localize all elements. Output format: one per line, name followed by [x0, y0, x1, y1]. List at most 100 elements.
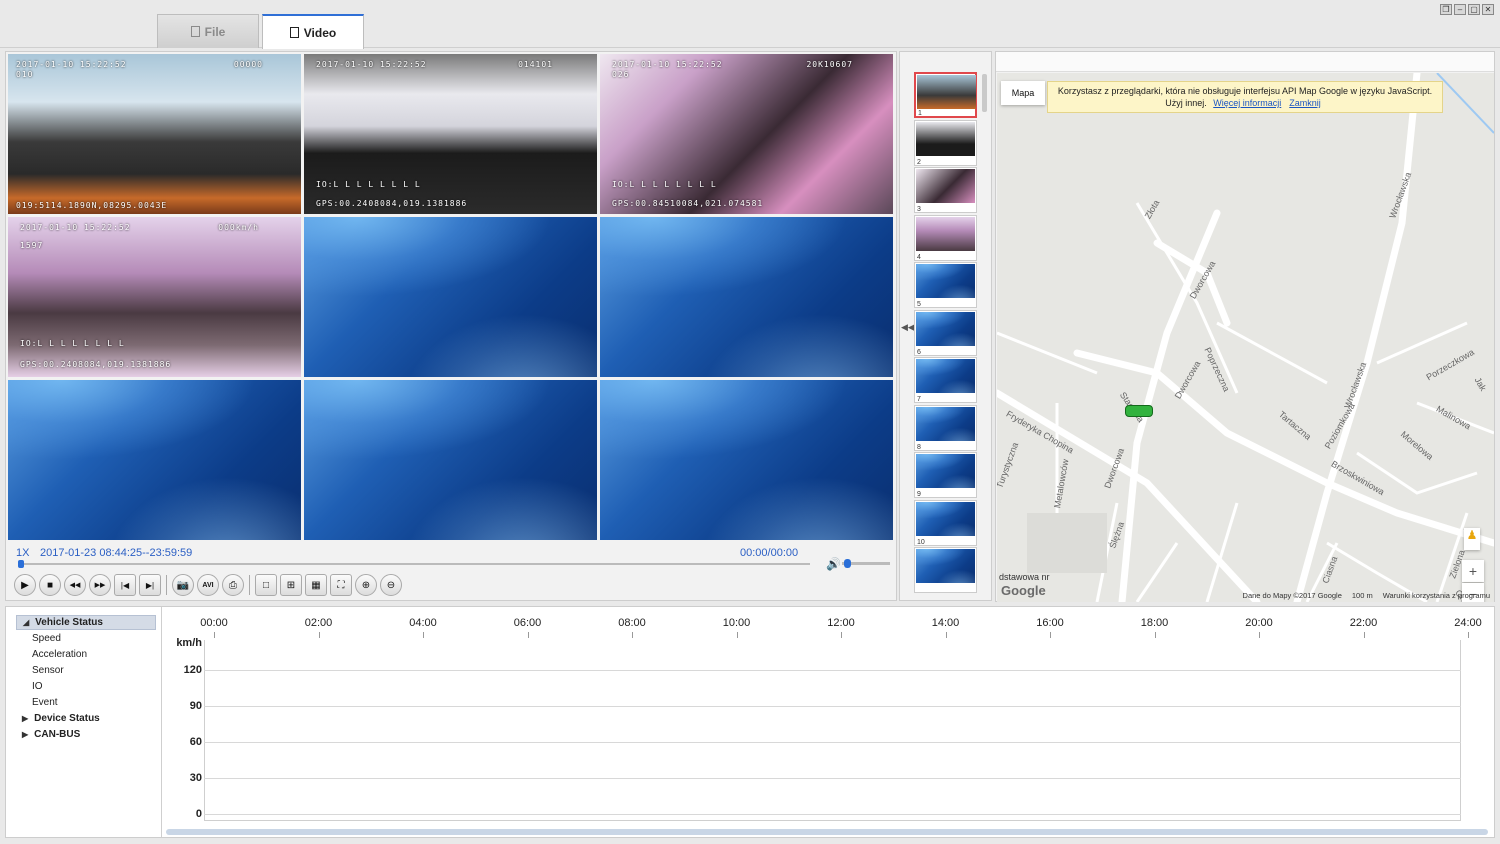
map-view[interactable]: Mapa Korzystasz z przeglądarki, która ni…: [997, 73, 1494, 602]
expanded-arrow-icon[interactable]: ◢: [23, 618, 29, 627]
osd-speed: 00000: [233, 60, 263, 69]
tree-item-event[interactable]: Event: [32, 695, 58, 710]
rewind-button[interactable]: ◀◀: [64, 574, 86, 596]
tab-video[interactable]: Video: [262, 14, 364, 49]
seek-bar[interactable]: [18, 560, 810, 568]
volume-handle[interactable]: [844, 559, 852, 568]
osd-timestamp: 2017-01-10 15:22:52: [612, 60, 723, 69]
thumbnail-image: [916, 264, 975, 298]
seek-handle[interactable]: [18, 560, 24, 568]
thumbnail-image: [916, 359, 975, 393]
map-type-button[interactable]: Mapa: [1001, 81, 1045, 105]
layout-1-button[interactable]: □: [255, 574, 277, 596]
collapsed-arrow-icon[interactable]: ▶: [22, 730, 28, 739]
dismiss-link[interactable]: Zamknij: [1289, 98, 1321, 108]
playback-time: 00:00/00:00: [740, 547, 799, 559]
thumbnail-scrollbar[interactable]: [982, 74, 987, 112]
thumbnail-1[interactable]: 1: [914, 72, 977, 118]
window-controls: ❐ – ▢ ✕: [1440, 4, 1494, 15]
osd-gps: GPS:00.2408084,019.1381886: [316, 199, 468, 208]
x-tick: [945, 632, 947, 638]
collapsed-arrow-icon[interactable]: ▶: [22, 714, 28, 723]
chart-scrollbar[interactable]: [166, 829, 1488, 835]
fast-forward-button[interactable]: ▶▶: [89, 574, 111, 596]
thumbnail-11[interactable]: [914, 547, 977, 593]
zoom-in-icon[interactable]: +: [1462, 560, 1484, 582]
osd-speed: 20K10607: [806, 60, 853, 69]
thumbnail-3[interactable]: 3: [914, 167, 977, 213]
thumbnail-number: 6: [917, 348, 921, 356]
close-icon[interactable]: ✕: [1482, 4, 1494, 15]
video-channel-1[interactable]: 2017-01-10 15:22:52 010 00000 019:5114.1…: [8, 54, 301, 214]
osd-timestamp: 2017-01-10 15:22:52: [16, 60, 127, 69]
status-panel: ◢ Vehicle Status Speed Acceleration Sensor IO…: [5, 606, 1495, 838]
fullscreen-button[interactable]: ⛶: [330, 574, 352, 596]
x-tick-label: 12:00: [827, 617, 855, 629]
video-channel-5[interactable]: [304, 217, 597, 377]
thumbnail-4[interactable]: 4: [914, 214, 977, 261]
video-channel-9[interactable]: [600, 380, 893, 540]
x-tick-label: 04:00: [409, 617, 437, 629]
thumbnail-image: [916, 169, 975, 203]
minimize-icon[interactable]: –: [1454, 4, 1466, 15]
x-tick: [632, 632, 633, 638]
osd-speed: 014101: [518, 60, 553, 69]
speed-chart: km/h 00:00 02:00 04:00 06:00 08:00 10:00 12:00…: [166, 607, 1494, 837]
video-channel-6[interactable]: [600, 217, 893, 377]
zoom-in-button[interactable]: ⊕: [355, 574, 377, 596]
x-tick: [736, 632, 738, 638]
snapshot-button[interactable]: 📷: [172, 574, 194, 596]
y-tick-label: 30: [189, 772, 202, 784]
tree-item-speed[interactable]: Speed: [32, 631, 61, 646]
tree-item-can-bus[interactable]: ▶ CAN-BUS: [22, 727, 80, 742]
stop-button[interactable]: ■: [39, 574, 61, 596]
vehicle-marker[interactable]: [1125, 405, 1153, 417]
road-network: [997, 73, 1494, 602]
print-button[interactable]: ⎙: [222, 574, 244, 596]
restore-icon[interactable]: ❐: [1440, 4, 1452, 15]
x-tick-label: 16:00: [1036, 617, 1064, 629]
thumbnail-9[interactable]: 9: [914, 452, 977, 498]
tree-item-label: IO: [32, 681, 43, 692]
thumbnail-8[interactable]: 8: [914, 404, 977, 451]
video-channel-4[interactable]: 2017-01-10 15:22:52 1597 000km/h IO:L L …: [8, 217, 301, 377]
tree-item-acceleration[interactable]: Acceleration: [32, 647, 87, 662]
video-channel-2[interactable]: 2017-01-10 15:22:52 014101 IO:L L L L L …: [304, 54, 597, 214]
maximize-icon[interactable]: ▢: [1468, 4, 1480, 15]
tab-file[interactable]: File: [157, 14, 259, 48]
x-tick-label: 00:00: [200, 617, 228, 629]
next-button[interactable]: ▶|: [139, 574, 161, 596]
divider: [249, 575, 250, 595]
tree-item-io[interactable]: IO: [32, 679, 43, 694]
more-info-link[interactable]: Więcej informacji: [1213, 98, 1281, 108]
grid-line: [204, 706, 1461, 707]
video-channel-8[interactable]: [304, 380, 597, 540]
layout-9-button[interactable]: ▦: [305, 574, 327, 596]
video-channel-3[interactable]: 2017-01-10 15:22:52 026 20K10607 IO:L L …: [600, 54, 893, 214]
volume-slider[interactable]: [842, 559, 890, 568]
osd-io: IO:L L L L L L L L: [316, 180, 421, 189]
map-terms-link[interactable]: Warunki korzystania z programu: [1383, 591, 1490, 600]
x-tick-label: 06:00: [513, 617, 542, 629]
zoom-out-button[interactable]: ⊖: [380, 574, 402, 596]
y-unit-label: km/h: [176, 637, 202, 649]
play-button[interactable]: ▶: [14, 574, 36, 596]
avi-button[interactable]: AVI: [197, 574, 219, 596]
osd-channel: 1597: [20, 241, 44, 250]
thumbnail-10[interactable]: 10: [914, 499, 977, 546]
street-view-icon[interactable]: ♟: [1464, 528, 1480, 550]
thumbnail-5[interactable]: 5: [914, 262, 977, 308]
thumbnail-7[interactable]: 7: [914, 357, 977, 403]
previous-button[interactable]: |◀: [114, 574, 136, 596]
tree-item-device-status[interactable]: ▶ Device Status: [22, 711, 100, 726]
tree-item-sensor[interactable]: Sensor: [32, 663, 64, 678]
collapse-icon[interactable]: ◀◀: [901, 322, 915, 333]
tree-item-vehicle-status[interactable]: ◢ Vehicle Status: [16, 615, 156, 630]
tab-file-label: File: [204, 24, 226, 39]
thumbnail-image: [916, 501, 975, 536]
video-channel-7[interactable]: [8, 380, 301, 540]
thumbnail-2[interactable]: 2: [914, 119, 977, 166]
thumbnail-6[interactable]: 6: [914, 309, 977, 356]
layout-4-button[interactable]: ⊞: [280, 574, 302, 596]
volume-icon[interactable]: 🔊: [826, 557, 841, 571]
